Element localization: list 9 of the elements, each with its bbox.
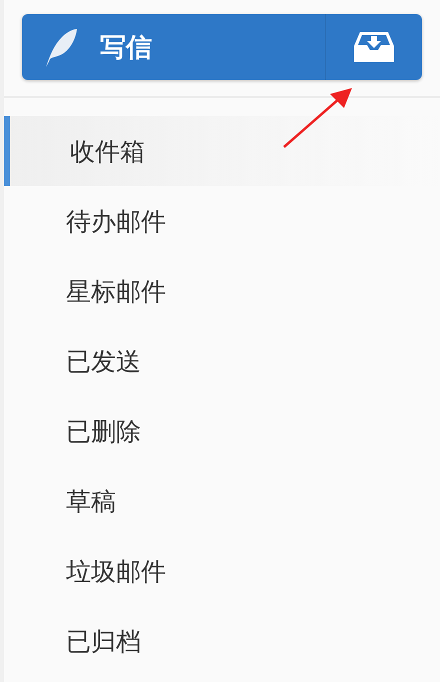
folder-item[interactable]: 垃圾邮件 — [4, 536, 440, 606]
folder-item[interactable]: 星标邮件 — [4, 256, 440, 326]
folder-item[interactable]: 草稿 — [4, 466, 440, 536]
folder-item[interactable]: 已发送 — [4, 326, 440, 396]
folder-item[interactable]: 已删除 — [4, 396, 440, 466]
feather-icon — [44, 27, 78, 67]
folder-item[interactable]: 待办邮件 — [4, 186, 440, 256]
inbox-tray-icon — [354, 30, 394, 64]
folder-item[interactable]: 已归档 — [4, 606, 440, 676]
